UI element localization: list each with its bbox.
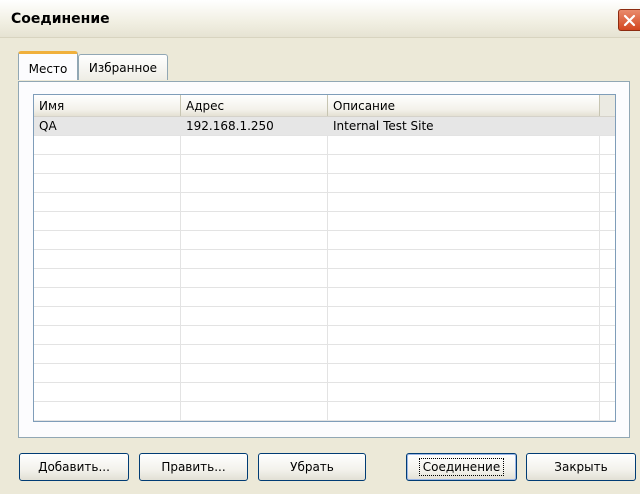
empty-row [34,364,615,383]
empty-row [34,193,615,212]
tab-favorites[interactable]: Избранное [78,54,168,80]
column-header-address[interactable]: Адрес [181,95,328,116]
empty-row [34,212,615,231]
empty-row [34,383,615,402]
empty-row [34,307,615,326]
empty-row [34,155,615,174]
close-icon [623,14,636,27]
add-button[interactable]: Добавить... [19,453,129,481]
empty-row [34,174,615,193]
connection-dialog: Соединение Место Избранное Имя Адрес Опи… [0,0,640,494]
table-row[interactable]: QA 192.168.1.250 Internal Test Site [34,117,615,136]
cell-address: 192.168.1.250 [186,119,274,133]
connect-button[interactable]: Соединение [406,453,517,481]
title-bar[interactable]: Соединение [0,0,640,38]
empty-row [34,136,615,155]
empty-row [34,250,615,269]
remove-button[interactable]: Убрать [258,453,366,481]
close-window-button[interactable] [618,9,640,31]
column-header-name[interactable]: Имя [34,95,181,116]
tab-place[interactable]: Место [18,51,78,80]
window-title: Соединение [11,11,110,27]
tab-favorites-label: Избранное [88,61,158,75]
empty-row [34,326,615,345]
empty-row [34,345,615,364]
column-header-description[interactable]: Описание [328,95,600,116]
cell-name: QA [39,119,57,133]
close-button[interactable]: Закрыть [526,453,636,481]
empty-row [34,231,615,250]
tab-panel: Имя Адрес Описание QA 192.168.1.250 Inte… [18,81,630,438]
tab-place-label: Место [28,62,68,76]
edit-button[interactable]: Править... [139,453,248,481]
list-rows: QA 192.168.1.250 Internal Test Site [34,117,615,421]
empty-row [34,402,615,421]
empty-row [34,288,615,307]
connections-list[interactable]: Имя Адрес Описание QA 192.168.1.250 Inte… [33,94,616,422]
list-header: Имя Адрес Описание [34,95,615,117]
column-header-spacer [600,95,615,116]
cell-description: Internal Test Site [333,119,434,133]
empty-row [34,269,615,288]
